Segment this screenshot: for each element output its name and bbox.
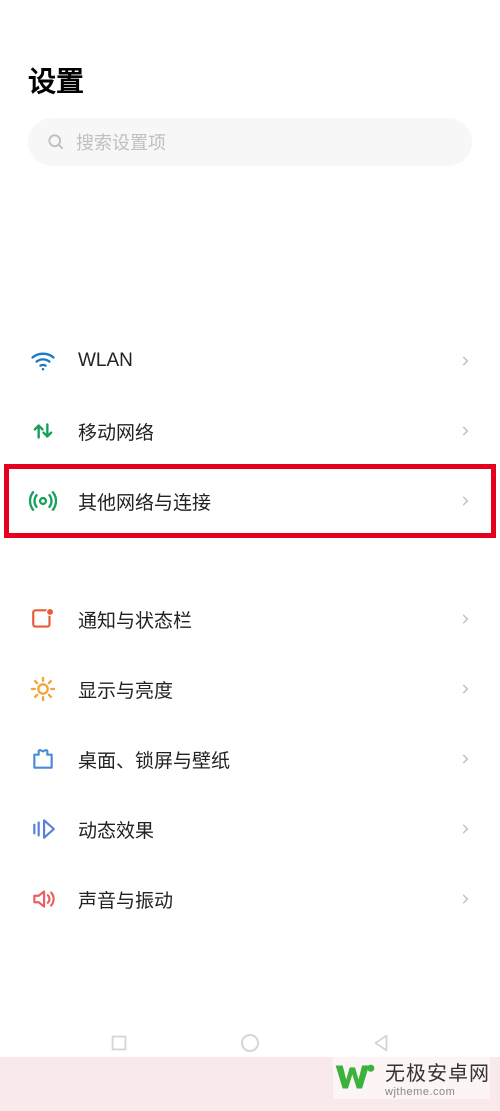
settings-item-other-network[interactable]: 其他网络与连接 bbox=[0, 466, 500, 536]
setting-label: 其他网络与连接 bbox=[78, 488, 458, 515]
motion-icon bbox=[28, 814, 58, 844]
nav-home-icon[interactable] bbox=[238, 1031, 262, 1055]
setting-label: 声音与振动 bbox=[78, 886, 458, 913]
settings-group-network: WLAN 移动网络 其他网络与连接 bbox=[0, 326, 500, 536]
setting-label: 通知与状态栏 bbox=[78, 606, 458, 633]
setting-label: 桌面、锁屏与壁纸 bbox=[78, 746, 458, 773]
setting-label: WLAN bbox=[78, 350, 458, 372]
chevron-right-icon bbox=[458, 752, 472, 766]
settings-group-system: 通知与状态栏 显示与亮度 桌面、锁屏与壁纸 动态效果 声音与振动 bbox=[0, 584, 500, 934]
page-title: 设置 bbox=[28, 60, 472, 100]
theme-icon bbox=[28, 744, 58, 774]
settings-item-display[interactable]: 显示与亮度 bbox=[0, 654, 500, 724]
watermark-url: wjtheme.com bbox=[385, 1086, 490, 1098]
chevron-right-icon bbox=[458, 354, 472, 368]
chevron-right-icon bbox=[458, 494, 472, 508]
chevron-right-icon bbox=[458, 822, 472, 836]
nav-recent-icon[interactable] bbox=[108, 1032, 130, 1054]
broadcast-icon bbox=[28, 486, 58, 516]
setting-label: 移动网络 bbox=[78, 418, 458, 445]
nav-back-icon[interactable] bbox=[370, 1032, 392, 1054]
watermark-title: 无极安卓网 bbox=[385, 1057, 490, 1086]
settings-item-wlan[interactable]: WLAN bbox=[0, 326, 500, 396]
chevron-right-icon bbox=[458, 424, 472, 438]
settings-item-mobile[interactable]: 移动网络 bbox=[0, 396, 500, 466]
search-icon bbox=[46, 132, 66, 152]
watermark-logo-icon bbox=[333, 1055, 377, 1099]
data-arrows-icon bbox=[28, 416, 58, 446]
settings-item-motion[interactable]: 动态效果 bbox=[0, 794, 500, 864]
notification-icon bbox=[28, 604, 58, 634]
watermark: 无极安卓网 wjtheme.com bbox=[333, 1055, 490, 1099]
chevron-right-icon bbox=[458, 682, 472, 696]
chevron-right-icon bbox=[458, 892, 472, 906]
wifi-icon bbox=[28, 346, 58, 376]
settings-item-sound[interactable]: 声音与振动 bbox=[0, 864, 500, 934]
sun-icon bbox=[28, 674, 58, 704]
settings-item-notification[interactable]: 通知与状态栏 bbox=[0, 584, 500, 654]
settings-item-desktop[interactable]: 桌面、锁屏与壁纸 bbox=[0, 724, 500, 794]
chevron-right-icon bbox=[458, 612, 472, 626]
setting-label: 动态效果 bbox=[78, 816, 458, 843]
speaker-icon bbox=[28, 884, 58, 914]
search-input[interactable]: 搜索设置项 bbox=[28, 118, 472, 166]
search-placeholder: 搜索设置项 bbox=[76, 129, 166, 155]
setting-label: 显示与亮度 bbox=[78, 676, 458, 703]
